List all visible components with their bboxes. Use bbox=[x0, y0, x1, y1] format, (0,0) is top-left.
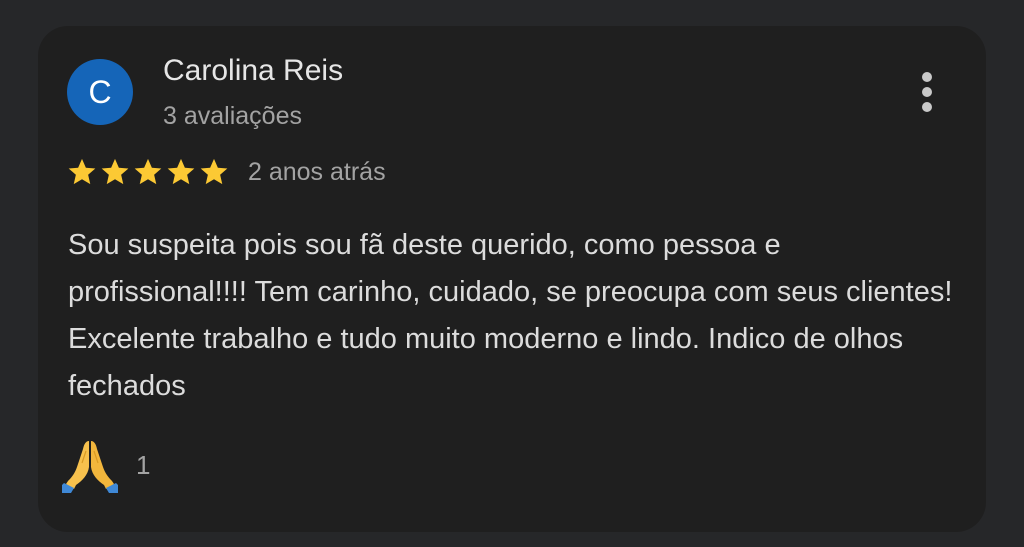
star-icon bbox=[134, 158, 162, 185]
star-icon bbox=[101, 158, 129, 185]
review-date: 2 anos atrás bbox=[248, 158, 386, 186]
star-icon bbox=[200, 158, 228, 185]
more-vert-icon bbox=[922, 72, 932, 82]
more-vert-icon-dot bbox=[922, 87, 932, 97]
review-text: Sou suspeita pois sou fã deste querido, … bbox=[68, 229, 953, 402]
star-icon bbox=[167, 158, 195, 185]
reaction-button[interactable]: 1 bbox=[62, 436, 150, 494]
star-rating bbox=[66, 156, 231, 188]
star-icon bbox=[68, 158, 96, 185]
reaction-count: 1 bbox=[136, 449, 151, 480]
avatar[interactable]: C bbox=[67, 59, 133, 125]
more-vert-icon-dot bbox=[922, 102, 932, 112]
review-card: C Carolina Reis 3 avaliações 2 anos atrá… bbox=[38, 26, 986, 532]
reviewer-reviews-count: 3 avaliações bbox=[163, 102, 302, 130]
folded-hands-icon bbox=[62, 441, 118, 493]
reviewer-name[interactable]: Carolina Reis bbox=[163, 54, 343, 88]
more-options-button[interactable] bbox=[912, 70, 942, 114]
